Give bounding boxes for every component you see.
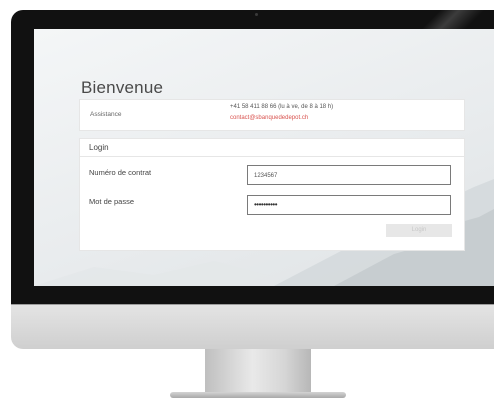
contract-number-input[interactable]: 1234567 <box>247 165 451 185</box>
login-heading: Login <box>89 143 109 152</box>
assistance-phone: +41 58 411 88 66 (lu à ve, de 8 à 18 h) <box>230 104 334 110</box>
password-label: Mot de passe <box>89 197 135 206</box>
password-input[interactable]: •••••••••• <box>247 195 451 215</box>
assistance-email-link[interactable]: contact@sbanquededepot.ch <box>230 115 308 121</box>
monitor-chin <box>11 305 494 349</box>
monitor-stand-foot <box>170 392 346 398</box>
assistance-card: Assistance +41 58 411 88 66 (lu à ve, de… <box>79 99 465 131</box>
page-title: Bienvenue <box>81 78 164 97</box>
camera-icon <box>255 13 258 16</box>
contract-number-label: Numéro de contrat <box>89 168 152 177</box>
monitor-stand-neck <box>205 349 311 394</box>
assistance-label: Assistance <box>90 111 122 118</box>
login-card: Login Numéro de contrat 1234567 Mot de p… <box>79 138 465 251</box>
login-header: Login <box>80 139 464 157</box>
login-button[interactable]: Login <box>386 224 452 237</box>
screen: Bienvenue Assistance +41 58 411 88 66 (l… <box>34 29 494 286</box>
